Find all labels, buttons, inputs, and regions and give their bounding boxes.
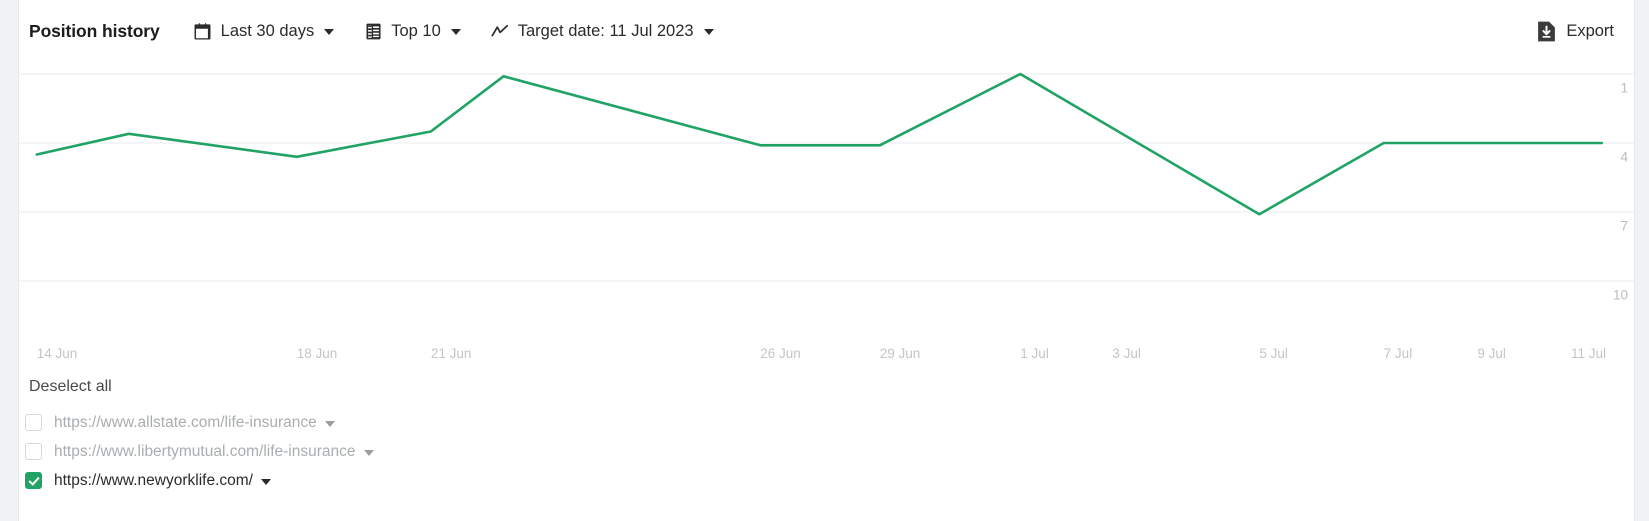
series-line[interactable] <box>37 74 1602 214</box>
x-axis-tick-label: 11 Jul <box>1571 346 1606 361</box>
legend-item-url: https://www.allstate.com/life-insurance <box>54 414 317 432</box>
legend-item[interactable]: https://www.allstate.com/life-insurance <box>25 408 1634 437</box>
x-axis-tick-label: 21 Jun <box>431 346 472 361</box>
chevron-down-icon <box>324 29 334 35</box>
target-date-selector[interactable]: Target date: 11 Jul 2023 <box>491 22 714 41</box>
panel-header: Position history Last 30 days <box>19 0 1634 62</box>
x-axis-tick-label: 7 Jul <box>1384 346 1413 361</box>
date-range-selector[interactable]: Last 30 days <box>194 22 335 41</box>
position-history-panel: Position history Last 30 days <box>0 0 1649 521</box>
right-gutter <box>1635 0 1649 521</box>
trend-line-icon <box>491 22 509 40</box>
chart-plot-svg <box>19 62 1634 370</box>
x-axis-tick-label: 29 Jun <box>880 346 921 361</box>
list-view-icon <box>364 22 382 40</box>
legend-item-url: https://www.newyorklife.com/ <box>54 472 253 490</box>
right-rule <box>1634 0 1635 521</box>
x-axis-tick-label: 26 Jun <box>760 346 801 361</box>
chart-gridlines <box>19 74 1634 281</box>
date-range-label: Last 30 days <box>221 22 315 41</box>
y-axis-tick-label: 7 <box>1620 219 1628 234</box>
checkbox-unchecked-icon[interactable] <box>25 443 42 460</box>
file-download-icon <box>1537 21 1556 42</box>
legend-item[interactable]: https://www.libertymutual.com/life-insur… <box>25 437 1634 466</box>
position-history-chart: 1 4 7 10 14 Jun 18 Jun 21 Jun 26 Jun 29 Jun 1 Ju… <box>19 62 1634 370</box>
legend-item-url: https://www.libertymutual.com/life-insur… <box>54 443 356 461</box>
y-axis-tick-label: 1 <box>1620 81 1628 96</box>
chart-series <box>37 74 1602 214</box>
export-label: Export <box>1566 22 1614 41</box>
chevron-down-icon[interactable] <box>364 450 374 456</box>
y-axis-tick-label: 4 <box>1620 150 1628 165</box>
target-date-label: Target date: 11 Jul 2023 <box>518 22 694 41</box>
y-axis-tick-label: 10 <box>1613 288 1628 303</box>
x-axis-tick-label: 3 Jul <box>1112 346 1141 361</box>
chart-toolbar: Last 30 days Top 10 <box>194 22 714 41</box>
checkbox-checked-icon[interactable] <box>25 472 42 489</box>
x-axis-tick-label: 18 Jun <box>297 346 338 361</box>
x-axis-tick-label: 1 Jul <box>1020 346 1049 361</box>
left-gutter <box>0 0 18 521</box>
deselect-all-button[interactable]: Deselect all <box>29 378 112 396</box>
checkbox-unchecked-icon[interactable] <box>25 414 42 431</box>
chevron-down-icon[interactable] <box>261 479 271 485</box>
legend-item-list: https://www.allstate.com/life-insurance h… <box>25 408 1634 495</box>
top-results-label: Top 10 <box>391 22 441 41</box>
top-results-selector[interactable]: Top 10 <box>364 22 461 41</box>
chevron-down-icon[interactable] <box>325 421 335 427</box>
legend-item[interactable]: https://www.newyorklife.com/ <box>25 466 1634 495</box>
calendar-icon <box>194 22 212 40</box>
chevron-down-icon <box>451 29 461 35</box>
chart-legend: Deselect all https://www.allstate.com/li… <box>19 372 1634 521</box>
x-axis-tick-label: 14 Jun <box>37 346 78 361</box>
chevron-down-icon <box>704 29 714 35</box>
x-axis-tick-label: 9 Jul <box>1477 346 1506 361</box>
x-axis-tick-label: 5 Jul <box>1259 346 1288 361</box>
export-button[interactable]: Export <box>1537 21 1614 42</box>
page-title: Position history <box>29 21 160 42</box>
